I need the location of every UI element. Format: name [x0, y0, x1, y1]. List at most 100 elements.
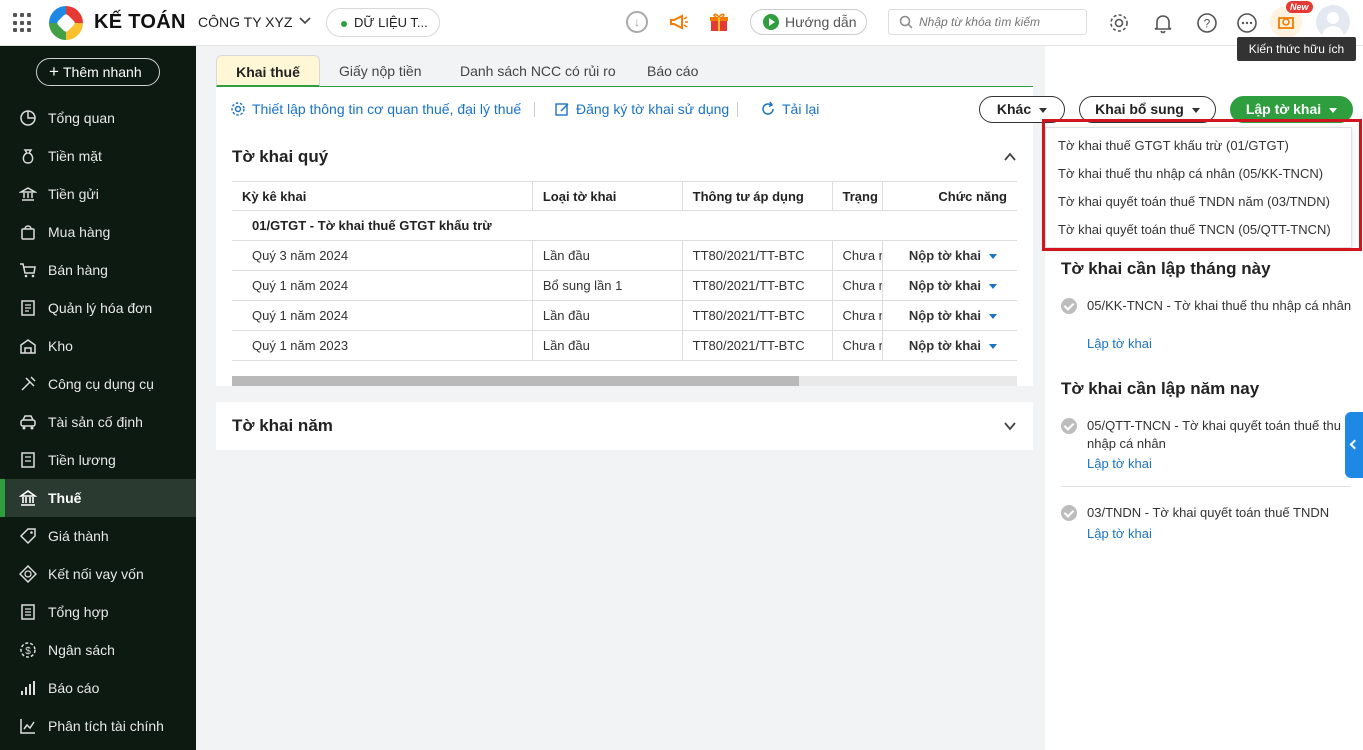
create-link[interactable]: Lập tờ khai — [1087, 526, 1152, 541]
apps-grid-icon[interactable] — [13, 13, 33, 33]
tax-building-icon — [18, 489, 38, 507]
supplement-button[interactable]: Khai bổ sung — [1079, 96, 1216, 123]
edit-form-icon — [555, 103, 569, 116]
table-row[interactable]: Quý 3 năm 2024 Lần đầu TT80/2021/TT-BTC Chư… — [232, 240, 1017, 271]
column-header[interactable]: Loại tờ khai — [531, 181, 683, 211]
sidebar-item[interactable]: Mua hàng — [0, 213, 196, 251]
status-cell: Chưa nộp — [831, 240, 883, 271]
help-icon[interactable]: ? — [1196, 12, 1218, 34]
gear-icon — [231, 102, 245, 116]
loan-icon — [18, 564, 38, 584]
sidebar-item[interactable]: Thuế — [0, 479, 196, 517]
sidebar-item[interactable]: Kết nối vay vốn — [0, 555, 196, 593]
gear-icon[interactable] — [1108, 12, 1130, 34]
shopping-bag-icon — [19, 223, 37, 241]
menu-item-01-gtgt[interactable]: Tờ khai thuế GTGT khấu trừ (01/GTGT) — [1058, 138, 1289, 153]
quick-add-label: Thêm nhanh — [63, 64, 142, 80]
register-declaration-link[interactable]: Đăng ký tờ khai sử dụng — [555, 101, 729, 117]
guide-button[interactable]: Hướng dẫn — [750, 9, 867, 35]
todo-text: 05/QTT-TNCN - Tờ khai quyết toán thuế th… — [1087, 418, 1341, 451]
sidebar-item[interactable]: Tiền gửi — [0, 175, 196, 213]
column-header[interactable]: Chức năng — [881, 181, 1017, 211]
table-row[interactable]: Quý 1 năm 2024 Lần đầu TT80/2021/TT-BTC Chư… — [232, 300, 1017, 331]
sidebar-item[interactable]: Báo cáo — [0, 669, 196, 707]
analytics-icon — [19, 717, 37, 735]
company-selector[interactable]: CÔNG TY XYZ — [198, 14, 292, 30]
sidebar-item[interactable]: Bán hàng — [0, 251, 196, 289]
tab-bao-cao[interactable]: Báo cáo — [647, 55, 698, 87]
more-icon[interactable] — [1236, 12, 1258, 34]
column-header[interactable]: Kỳ kê khai — [232, 181, 533, 211]
download-icon[interactable]: ↓ — [626, 11, 648, 33]
search-input[interactable] — [919, 13, 1079, 31]
chevron-up-icon[interactable] — [1003, 150, 1017, 164]
sidebar-item[interactable]: $ Ngân sách — [0, 631, 196, 669]
tab-khai-thue[interactable]: Khai thuế — [216, 55, 320, 87]
create-link[interactable]: Lập tờ khai — [1087, 456, 1152, 471]
submit-declaration-action[interactable]: Nộp tờ khai — [881, 330, 1017, 361]
table-row[interactable]: Quý 1 năm 2024 Bổ sung lần 1 TT80/2021/TT-… — [232, 270, 1017, 301]
circular-cell: TT80/2021/TT-BTC — [681, 270, 833, 301]
submit-declaration-action[interactable]: Nộp tờ khai — [881, 240, 1017, 271]
sidebar-item[interactable]: Tổng hợp — [0, 593, 196, 631]
year-declaration-card[interactable]: Tờ khai năm — [216, 402, 1033, 450]
search-box[interactable] — [888, 9, 1087, 35]
report-bars-icon — [19, 679, 37, 697]
create-link[interactable]: Lập tờ khai — [1087, 336, 1152, 351]
sidebar-item-label: Thuế — [48, 490, 82, 506]
gift-icon[interactable] — [708, 11, 730, 33]
sidebar-item[interactable]: Phân tích tài chính — [0, 707, 196, 745]
tab-ncc-rui-ro[interactable]: Danh sách NCC có rủi ro — [460, 55, 616, 87]
reload-link[interactable]: Tải lại — [762, 101, 819, 117]
sidebar-item-label: Tiền lương — [48, 452, 116, 468]
sidebar-item[interactable]: Tiền mặt — [0, 137, 196, 175]
sidebar-item-label: Mua hàng — [48, 224, 111, 240]
bell-icon[interactable] — [1152, 12, 1174, 34]
sidebar-item-label: Ngân sách — [48, 642, 115, 658]
collapse-panel-handle[interactable] — [1345, 412, 1363, 478]
avatar[interactable] — [1316, 5, 1350, 39]
menu-item-05-kk-tncn[interactable]: Tờ khai thuế thu nhập cá nhân (05/KK-TNC… — [1058, 166, 1323, 181]
sidebar-item[interactable]: Tổng quan — [0, 99, 196, 137]
play-icon — [763, 14, 779, 30]
sidebar-item[interactable]: Quản lý hóa đơn — [0, 289, 196, 327]
sidebar-item[interactable]: Công cụ dụng cụ — [0, 365, 196, 403]
tab-giay-nop-tien[interactable]: Giấy nộp tiền — [339, 55, 422, 87]
quick-add-button[interactable]: + Thêm nhanh — [36, 58, 160, 86]
table-row[interactable]: Quý 1 năm 2023 Lần đầu TT80/2021/TT-BTC Chư… — [232, 330, 1017, 361]
sidebar-item[interactable]: Tài sản cố định — [0, 403, 196, 441]
setup-tax-agency-link[interactable]: Thiết lập thông tin cơ quan thuế, đại lý… — [231, 101, 521, 117]
horizontal-scrollbar[interactable] — [232, 376, 1017, 386]
caret-down-icon[interactable] — [989, 284, 997, 290]
submit-declaration-action[interactable]: Nộp tờ khai — [881, 270, 1017, 301]
submit-declaration-action[interactable]: Nộp tờ khai — [881, 300, 1017, 331]
create-declaration-button[interactable]: Lập tờ khai — [1230, 96, 1353, 123]
logo-icon — [49, 6, 83, 40]
megaphone-icon[interactable] — [668, 11, 690, 33]
caret-down-icon[interactable] — [989, 314, 997, 320]
refresh-icon — [762, 101, 774, 115]
sidebar-item[interactable]: Tiền lương — [0, 441, 196, 479]
create-label: Lập tờ khai — [1245, 101, 1322, 117]
status-cell: Chưa nộp — [831, 270, 883, 301]
new-badge: New — [1286, 1, 1313, 13]
payroll-icon — [19, 451, 37, 469]
chart-pie-icon — [19, 109, 37, 127]
column-header[interactable]: Trạng — [831, 181, 883, 211]
sidebar-item-label: Tổng quan — [48, 110, 115, 126]
guide-label: Hướng dẫn — [785, 14, 857, 30]
chevron-down-icon[interactable] — [1003, 419, 1017, 433]
other-button[interactable]: Khác — [979, 96, 1065, 123]
column-header[interactable]: Thông tư áp dụng — [681, 181, 833, 211]
data-selector[interactable]: DỮ LIỆU T... — [326, 8, 440, 37]
menu-item-03-tndn[interactable]: Tờ khai quyết toán thuế TNDN năm (03/TND… — [1058, 194, 1330, 209]
chevron-down-icon[interactable] — [298, 13, 312, 30]
summary-icon — [19, 603, 37, 621]
sidebar-item[interactable]: Giá thành — [0, 517, 196, 555]
sidebar-item[interactable]: Kho — [0, 327, 196, 365]
scrollbar-thumb[interactable] — [232, 376, 799, 386]
menu-item-05-qtt-tncn[interactable]: Tờ khai quyết toán thuế TNCN (05/QTT-TNC… — [1058, 222, 1331, 237]
caret-down-icon[interactable] — [989, 344, 997, 350]
money-bag-icon — [19, 147, 37, 165]
caret-down-icon[interactable] — [989, 254, 997, 260]
